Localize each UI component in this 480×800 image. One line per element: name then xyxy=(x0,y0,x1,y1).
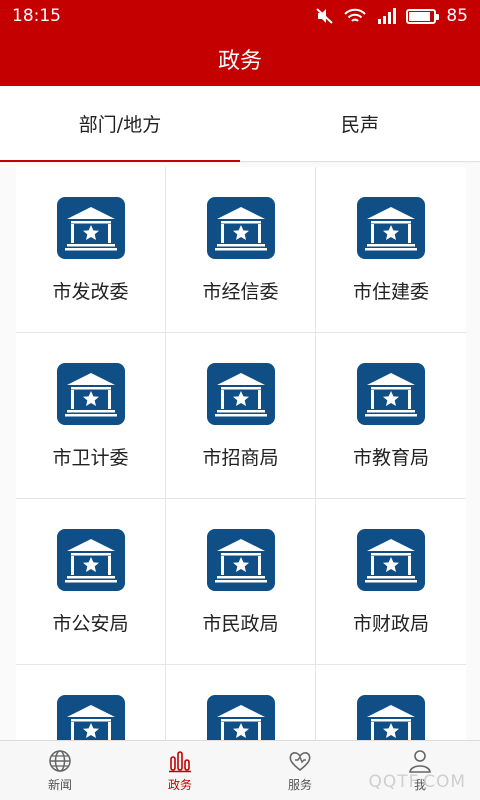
nav-news[interactable]: 新闻 xyxy=(0,741,120,800)
department-item[interactable]: 市经信委 xyxy=(166,167,316,333)
department-label: 市招商局 xyxy=(202,447,279,469)
status-time: 18:15 xyxy=(12,6,61,26)
government-building-icon xyxy=(56,197,125,259)
status-bar: 18:15 85 xyxy=(0,0,480,32)
department-item[interactable]: 市住建委 xyxy=(316,167,466,333)
department-grid: 市发改委 市经信委 市住建委市卫计委 市招商局 市教育局市公安局 市民政局 市财政局 xyxy=(16,167,466,740)
department-item[interactable]: 市发改委 xyxy=(16,167,166,333)
app-header: 政务 xyxy=(0,32,480,86)
department-item[interactable] xyxy=(316,665,466,740)
department-item[interactable]: 市财政局 xyxy=(316,499,466,665)
tab-label: 部门/地方 xyxy=(78,114,162,136)
mute-icon xyxy=(316,8,334,24)
department-label: 市经信委 xyxy=(202,281,279,303)
government-building-icon xyxy=(206,695,275,740)
wifi-icon xyxy=(344,8,367,22)
nav-label: 新闻 xyxy=(47,778,72,792)
government-building-icon xyxy=(357,695,425,740)
department-item[interactable]: 市卫计委 xyxy=(16,333,166,499)
tab-departments[interactable]: 部门/地方 xyxy=(0,86,240,162)
government-building-icon xyxy=(56,695,125,740)
battery-percent: 85 xyxy=(446,6,468,26)
bar-chart-icon xyxy=(169,751,191,773)
nav-label: 政务 xyxy=(167,778,192,792)
user-icon xyxy=(409,750,431,773)
globe-icon xyxy=(49,750,71,772)
government-building-icon xyxy=(357,363,425,425)
tab-bar: 部门/地方 民声 xyxy=(0,86,480,162)
government-building-icon xyxy=(56,363,125,425)
department-item[interactable]: 市公安局 xyxy=(16,499,166,665)
watermark: QQTF.COM xyxy=(368,772,466,792)
government-building-icon xyxy=(206,363,275,425)
department-label: 市卫计委 xyxy=(52,447,129,469)
nav-services[interactable]: 服务 xyxy=(240,741,360,800)
tab-label: 民声 xyxy=(340,114,379,136)
department-item[interactable] xyxy=(16,665,166,740)
status-icons: 85 xyxy=(316,6,468,26)
government-building-icon xyxy=(206,529,275,591)
battery-fill xyxy=(409,11,430,21)
department-label: 市民政局 xyxy=(202,613,279,635)
department-label: 市住建委 xyxy=(352,281,429,303)
government-building-icon xyxy=(357,197,425,259)
department-label: 市财政局 xyxy=(352,613,429,635)
department-item[interactable]: 市教育局 xyxy=(316,333,466,499)
tab-public-voice[interactable]: 民声 xyxy=(240,86,480,161)
government-building-icon xyxy=(357,529,425,591)
signal-icon xyxy=(378,8,397,24)
nav-label: 服务 xyxy=(287,778,312,792)
department-label: 市公安局 xyxy=(52,613,129,635)
heart-icon xyxy=(289,752,311,772)
government-building-icon xyxy=(206,197,275,259)
department-item[interactable]: 市民政局 xyxy=(166,499,316,665)
department-item[interactable]: 市招商局 xyxy=(166,333,316,499)
department-label: 市教育局 xyxy=(352,447,429,469)
page-title: 政务 xyxy=(217,49,262,74)
department-item[interactable] xyxy=(166,665,316,740)
department-label: 市发改委 xyxy=(52,281,129,303)
government-building-icon xyxy=(56,529,125,591)
nav-government[interactable]: 政务 xyxy=(120,741,240,800)
battery-icon xyxy=(406,8,440,24)
department-grid-area[interactable]: 市发改委 市经信委 市住建委市卫计委 市招商局 市教育局市公安局 市民政局 市财政局 xyxy=(0,163,480,740)
